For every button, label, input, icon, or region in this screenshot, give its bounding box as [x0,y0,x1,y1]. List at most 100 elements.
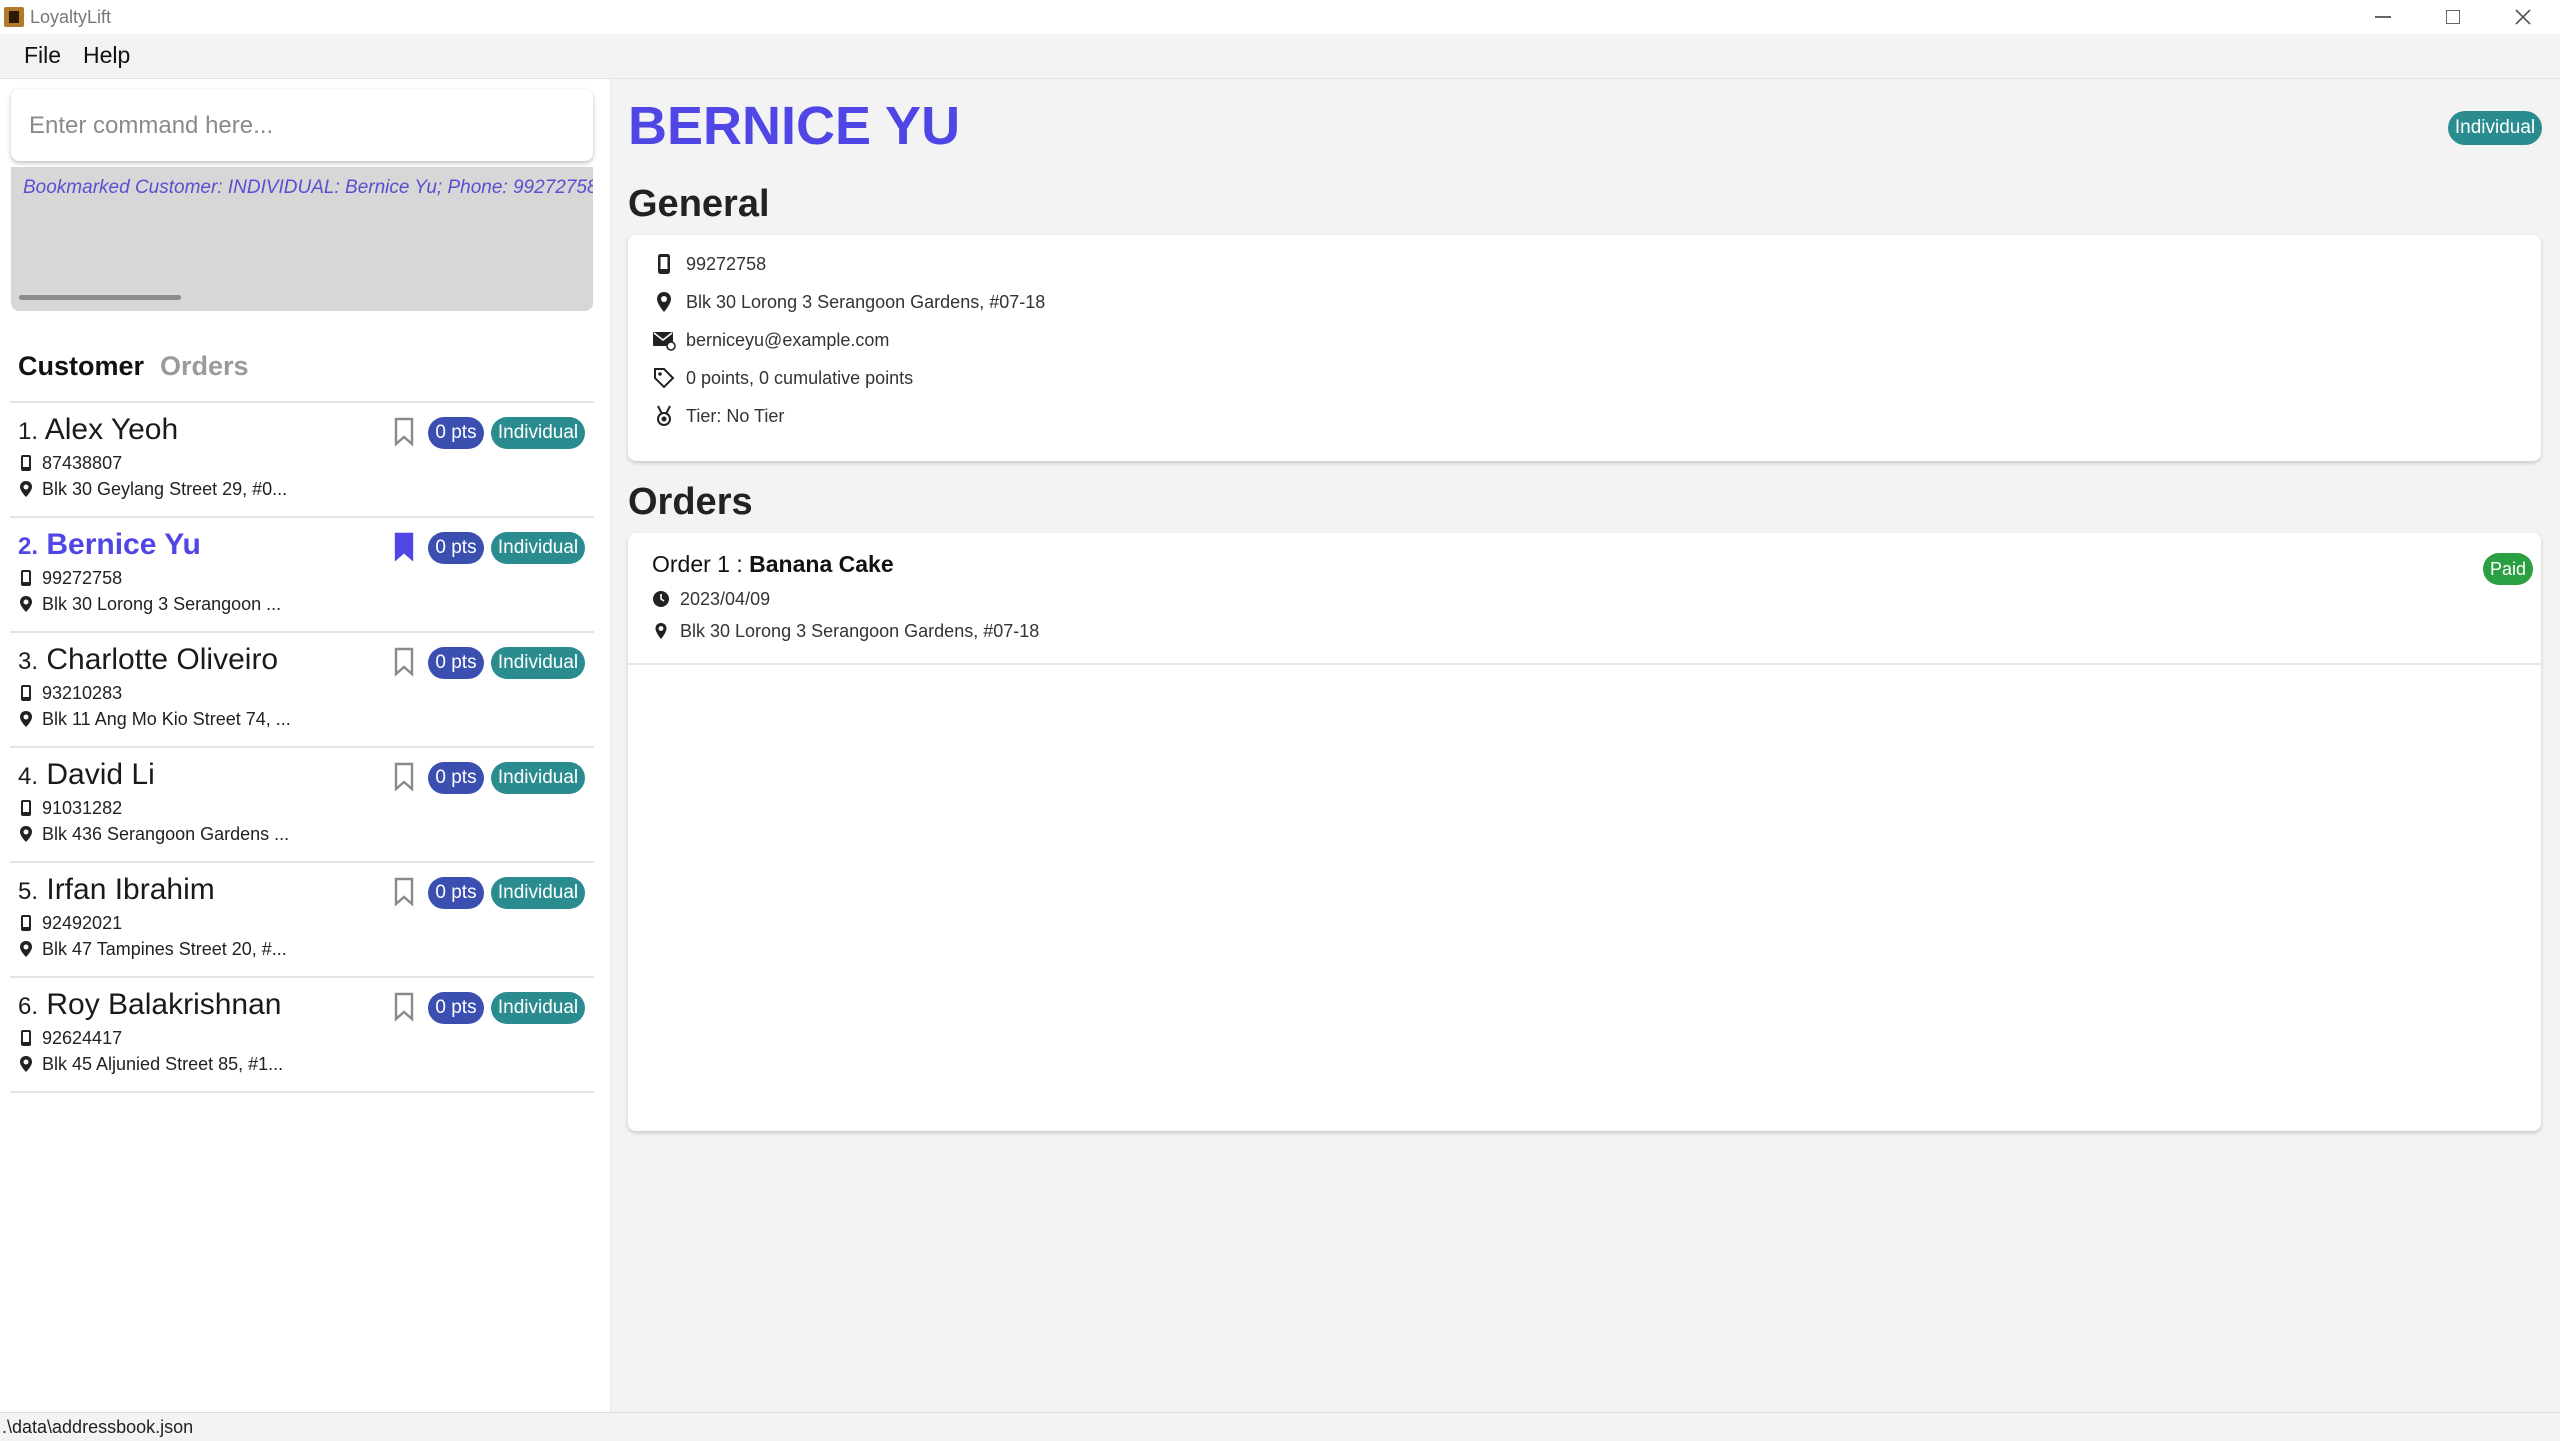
location-pin-icon [20,596,32,612]
customer-type-badge: Individual [491,762,585,794]
customer-phone: 99272758 [18,568,122,589]
customer-address-text: Blk 30 Geylang Street 29, #0... [42,479,288,499]
price-tag-icon [654,368,675,389]
customer-card[interactable]: 3. Charlotte Oliveiro 93210283 Blk 11 An… [10,633,594,748]
detail-tier: Tier: No Tier [652,403,784,429]
customer-phone-text: 92624417 [42,1028,123,1048]
customer-name: 3. Charlotte Oliveiro [18,643,278,677]
customer-phone: 91031282 [18,798,122,819]
customer-name-text: Roy Balakrishnan [46,988,282,1021]
order-item-name: Banana Cake [749,551,894,577]
close-icon[interactable] [2488,0,2558,34]
tab-customer[interactable]: Customer [18,351,144,382]
result-text: Bookmarked Customer: INDIVIDUAL: Bernice… [23,177,593,198]
customer-name: 4. David Li [18,758,155,792]
customer-index: 5. [18,878,39,905]
customer-address: Blk 11 Ang Mo Kio Street 74, ... [18,709,291,730]
customer-card[interactable]: 2. Bernice Yu 99272758 Blk 30 Lorong 3 S… [10,518,594,633]
phone-icon [658,254,670,274]
order-date: 2023/04/09 [652,589,770,610]
app-logo-icon [4,7,24,27]
customer-card[interactable]: 4. David Li 91031282 Blk 436 Serangoon G… [10,748,594,863]
phone-icon [21,1030,31,1046]
window-title: LoyaltyLift [30,7,112,27]
customer-address-text: Blk 11 Ang Mo Kio Street 74, ... [42,709,291,729]
customer-name: 5. Irfan Ibrahim [18,873,215,907]
customer-address-text: Blk 436 Serangoon Gardens ... [42,824,290,844]
bookmark-outline-icon[interactable] [392,877,416,907]
location-pin-icon [20,481,32,497]
customer-address: Blk 30 Geylang Street 29, #0... [18,479,287,500]
customer-phone-text: 93210283 [42,683,123,703]
detail-tier-text: Tier: No Tier [686,406,785,426]
location-pin-icon [20,711,32,727]
data-file-path: .\data\addressbook.json [2,1417,194,1437]
bookmark-outline-icon[interactable] [392,647,416,677]
customer-address: Blk 47 Tampines Street 20, #... [18,939,287,960]
orders-card: Order 1 : Banana Cake 2023/04/09 Blk 30 … [628,533,2541,1131]
customer-type-badge: Individual [491,647,585,679]
menu-file[interactable]: File [24,42,61,69]
customer-name-text: Charlotte Oliveiro [46,643,279,676]
customer-phone-text: 87438807 [42,453,123,473]
customer-type-badge: Individual [491,417,585,449]
customer-card[interactable]: 6. Roy Balakrishnan 92624417 Blk 45 Alju… [10,978,594,1093]
customer-address-text: Blk 47 Tampines Street 20, #... [42,939,287,959]
customer-list: 1. Alex Yeoh 87438807 Blk 30 Geylang Str… [10,403,594,1093]
customer-name: 1. Alex Yeoh [18,413,178,447]
detail-email: berniceyu@example.com [652,327,889,353]
detail-address: Blk 30 Lorong 3 Serangoon Gardens, #07-1… [652,289,1045,315]
points-badge: 0 pts [428,877,484,909]
points-badge: 0 pts [428,762,484,794]
customer-phone: 93210283 [18,683,122,704]
location-pin-icon [20,1056,32,1072]
detail-phone-text: 99272758 [686,254,767,274]
menu-bar: File Help [0,34,2560,79]
bookmark-outline-icon[interactable] [392,762,416,792]
customer-index: 1. [18,418,39,445]
orders-heading: Orders [628,481,753,523]
points-badge: 0 pts [428,647,484,679]
result-scrollbar[interactable] [19,295,181,300]
order-item[interactable]: Order 1 : Banana Cake 2023/04/09 Blk 30 … [628,533,2541,665]
result-display: Bookmarked Customer: INDIVIDUAL: Bernice… [11,167,593,311]
detail-points: 0 points, 0 cumulative points [652,365,913,391]
tab-orders[interactable]: Orders [160,351,249,382]
order-address: Blk 30 Lorong 3 Serangoon Gardens, #07-1… [652,621,1039,642]
maximize-icon[interactable] [2418,0,2488,34]
detail-points-text: 0 points, 0 cumulative points [686,368,914,388]
customer-type-badge: Individual [491,877,585,909]
customer-index: 4. [18,763,39,790]
customer-name: 2. Bernice Yu [18,528,201,562]
customer-type-badge: Individual [491,992,585,1024]
minimize-icon[interactable] [2348,0,2418,34]
points-badge: 0 pts [428,417,484,449]
bookmark-outline-icon[interactable] [392,417,416,447]
bookmark-filled-icon[interactable] [392,532,416,562]
command-input[interactable] [27,107,581,145]
status-bar: .\data\addressbook.json [0,1412,2560,1441]
medal-icon [657,405,671,426]
order-address-text: Blk 30 Lorong 3 Serangoon Gardens, #07-1… [680,621,1040,641]
phone-icon [21,800,31,816]
bookmark-outline-icon[interactable] [392,992,416,1022]
location-pin-icon [657,292,671,312]
customer-index: 6. [18,993,39,1020]
detail-panel: BERNICE YU Individual General 99272758 B… [611,79,2560,1412]
detail-customer-name: BERNICE YU [628,96,961,156]
points-badge: 0 pts [428,992,484,1024]
customer-phone: 92624417 [18,1028,122,1049]
phone-icon [21,570,31,586]
menu-help[interactable]: Help [83,42,130,69]
customer-index: 2. [18,533,39,560]
customer-phone-text: 91031282 [42,798,123,818]
customer-card[interactable]: 5. Irfan Ibrahim 92492021 Blk 47 Tampine… [10,863,594,978]
customer-type-badge: Individual [491,532,585,564]
command-box [11,89,593,161]
customer-phone: 92492021 [18,913,122,934]
customer-name-text: Bernice Yu [46,528,201,561]
general-heading: General [628,183,770,225]
customer-phone: 87438807 [18,453,122,474]
location-pin-icon [20,826,32,842]
customer-card[interactable]: 1. Alex Yeoh 87438807 Blk 30 Geylang Str… [10,403,594,518]
